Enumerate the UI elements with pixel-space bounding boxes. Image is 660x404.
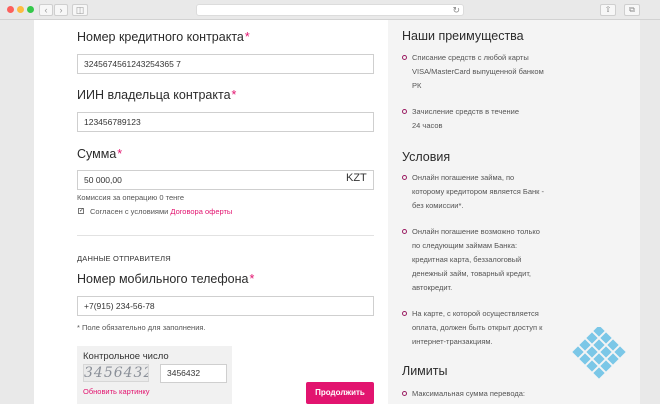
currency-label: KZT (346, 172, 367, 184)
zoom-window-icon[interactable] (27, 6, 34, 13)
bullet-icon (402, 229, 407, 234)
amount-input[interactable]: 50 000,00 (77, 170, 374, 190)
amount-label: Сумма* (77, 147, 123, 161)
forward-arrow-icon[interactable]: › (54, 4, 68, 16)
phone-label: Номер мобильного телефона* (77, 272, 255, 286)
advantages-title: Наши преимущества (402, 29, 524, 43)
condition-item: Онлайн погашение возможно только по следу… (412, 227, 540, 292)
agree-checkbox[interactable]: ✓ (78, 208, 84, 214)
section-divider (77, 235, 374, 236)
sender-section-title: ДАННЫЕ ОТПРАВИТЕЛЯ (77, 254, 171, 263)
agree-text: Согласен с условиями Договора оферты (90, 207, 233, 216)
conditions-title: Условия (402, 150, 451, 164)
continue-button[interactable]: Продолжить (306, 382, 374, 404)
captcha-image: 3456432 (83, 364, 149, 382)
commission-text: Комиссия за операцию 0 тенге (77, 193, 185, 202)
limits-title: Лимиты (402, 364, 448, 378)
condition-item: Онлайн погашение займа, по которому креди… (412, 173, 545, 210)
iin-input[interactable]: 123456789123 (77, 112, 374, 132)
minimize-window-icon[interactable] (17, 6, 24, 13)
contract-number-input[interactable]: 3245674561243254365 7 (77, 54, 374, 74)
browser-toolbar: ‹ › ◫ ↻ ⇧ ⧉ (0, 0, 660, 20)
share-icon[interactable]: ⇧ (600, 4, 616, 16)
sidebar-toggle-icon[interactable]: ◫ (72, 4, 88, 16)
close-window-icon[interactable] (7, 6, 14, 13)
limit-item: Максимальная сумма перевода: (412, 389, 525, 398)
bullet-icon (402, 391, 407, 396)
tabs-icon[interactable]: ⧉ (624, 4, 640, 16)
bullet-icon (402, 175, 407, 180)
captcha-label: Контрольное число (83, 351, 169, 362)
required-field-note: * Поле обязательно для заполнения. (77, 323, 206, 332)
address-bar[interactable]: ↻ (196, 4, 464, 16)
contract-number-label: Номер кредитного контракта* (77, 30, 250, 44)
refresh-captcha-link[interactable]: Обновить картинку (83, 387, 150, 396)
iin-label: ИИН владельца контракта* (77, 88, 237, 102)
advantage-item: Зачисление средств в течение 24 часов (412, 107, 519, 130)
bullet-icon (402, 311, 407, 316)
diamond-logo-icon (572, 327, 626, 379)
captcha-input[interactable]: 3456432 (160, 364, 227, 383)
bullet-icon (402, 55, 407, 60)
condition-item: На карте, с которой осуществляется оплата… (412, 309, 543, 346)
reload-icon[interactable]: ↻ (452, 5, 460, 16)
back-arrow-icon[interactable]: ‹ (39, 4, 53, 16)
advantage-item: Списание средств с любой карты VISA/Maste… (412, 53, 544, 90)
phone-input[interactable]: +7(915) 234-56-78 (77, 296, 374, 316)
offer-agreement-link[interactable]: Договора оферты (170, 207, 232, 216)
bullet-icon (402, 109, 407, 114)
